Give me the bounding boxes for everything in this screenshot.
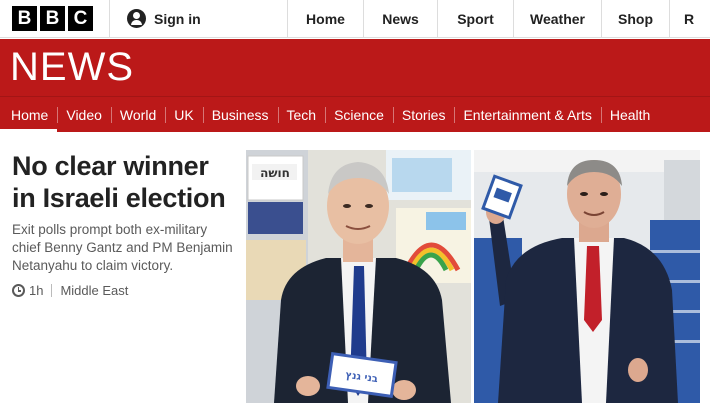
section-nav-tech[interactable]: Tech	[277, 97, 326, 133]
story-region-link[interactable]: Middle East	[60, 283, 128, 298]
section-nav-science[interactable]: Science	[325, 97, 393, 133]
topnav-shop[interactable]: Shop	[602, 0, 670, 37]
bbc-logo-letter: C	[68, 6, 93, 31]
bbc-logo-letter: B	[40, 6, 65, 31]
meta-divider	[51, 284, 53, 297]
classroom-sign-text: חושה	[260, 166, 290, 180]
bbc-logo[interactable]: B B C	[0, 0, 110, 37]
top-story: No clear winner in Israeli election Exit…	[12, 150, 237, 298]
topnav-sport[interactable]: Sport	[438, 0, 514, 37]
sign-in-label: Sign in	[154, 10, 201, 27]
account-icon	[127, 9, 146, 28]
topnav-news[interactable]: News	[364, 0, 438, 37]
topnav-truncated[interactable]: R	[670, 0, 710, 37]
story-summary: Exit polls prompt both ex-military chief…	[12, 222, 233, 273]
sign-in-link[interactable]: Sign in	[110, 0, 288, 37]
section-nav-world[interactable]: World	[110, 97, 165, 133]
story-headline[interactable]: No clear winner in Israeli election	[12, 150, 237, 214]
clock-icon	[12, 284, 25, 297]
story-photo-gantz[interactable]: חושה בני גנץ	[246, 150, 471, 403]
story-photo-netanyahu[interactable]	[474, 150, 700, 403]
section-nav-stories[interactable]: Stories	[392, 97, 455, 133]
section-nav-health[interactable]: Health	[600, 97, 659, 133]
gantz-photo-illustration: חושה בני גנץ	[246, 150, 471, 403]
bbc-logo-letter: B	[12, 6, 37, 31]
section-nav: Home Video World UK Business Tech Scienc…	[0, 96, 710, 133]
global-header: B B C Sign in Home News Sport Weather Sh…	[0, 0, 710, 38]
section-nav-uk[interactable]: UK	[165, 97, 202, 133]
topnav-weather[interactable]: Weather	[514, 0, 602, 37]
news-wordmark[interactable]: NEWS	[10, 47, 134, 87]
netanyahu-photo-illustration	[474, 150, 700, 403]
news-banner: NEWS	[0, 39, 710, 96]
story-meta: 1h Middle East	[12, 283, 237, 298]
section-nav-entertainment-arts[interactable]: Entertainment & Arts	[454, 97, 600, 133]
section-nav-home[interactable]: Home	[0, 97, 58, 133]
section-nav-business[interactable]: Business	[202, 97, 278, 133]
section-nav-video[interactable]: Video	[57, 97, 111, 133]
story-age: 1h	[29, 283, 44, 298]
topnav-home[interactable]: Home	[288, 0, 364, 37]
